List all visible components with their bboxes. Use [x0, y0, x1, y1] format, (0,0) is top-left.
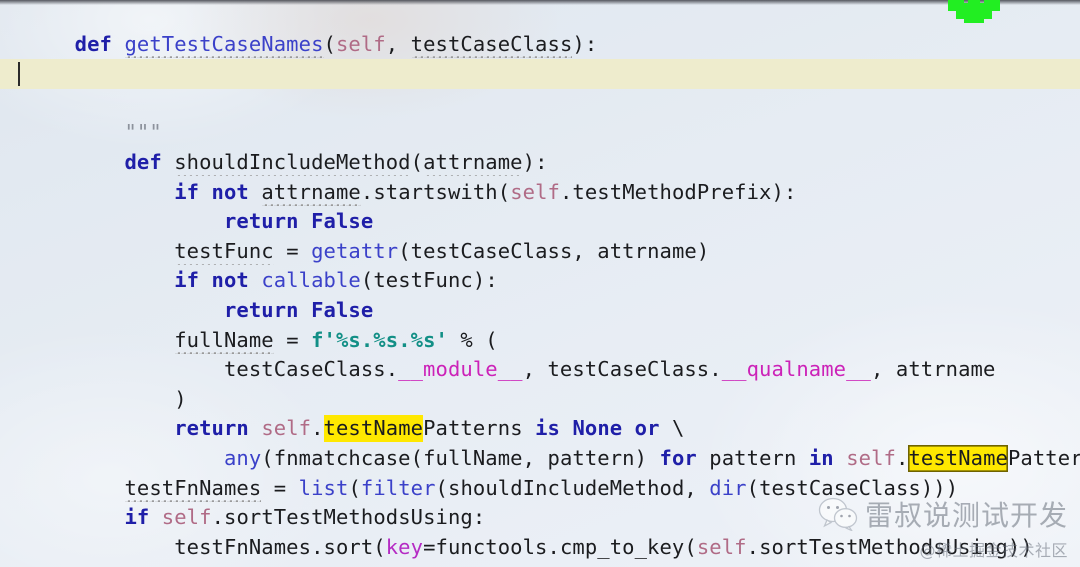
code-line[interactable]: if not attrname.startswith(self.testMeth…: [0, 148, 1080, 204]
code-content[interactable]: def getTestCaseNames(self, testCaseClass…: [0, 0, 1080, 567]
code-line[interactable]: """Return a sorted sequence of method na…: [0, 30, 1080, 85]
code-editor-screenshot: def getTestCaseNames(self, testCaseClass…: [0, 0, 1080, 567]
code-line[interactable]: fullName = f'%s.%s.%s' % (: [0, 296, 1080, 352]
code-line[interactable]: if not callable(testFunc):: [0, 237, 1080, 292]
green-pixel-sprite: [936, 0, 1012, 36]
code-line[interactable]: ): [0, 355, 1080, 411]
code-line[interactable]: return False: [0, 178, 1080, 233]
code-line[interactable]: [0, 89, 1080, 119]
code-line[interactable]: testCaseClass.__module__, testCaseClass.…: [0, 326, 1080, 381]
code-line[interactable]: if self.sortTestMethodsUsing:: [0, 474, 1080, 529]
code-line[interactable]: testFnNames.sort(key=functools.cmp_to_ke…: [0, 503, 1080, 559]
code-line[interactable]: testFnNames = list(filter(shouldIncludeM…: [0, 444, 1080, 500]
code-line[interactable]: def getTestCaseNames(self, testCaseClass…: [0, 0, 1080, 56]
code-line[interactable]: testFunc = getattr(testCaseClass, attrna…: [0, 207, 1080, 263]
code-line[interactable]: any(fnmatchcase(fullName, pattern) for p…: [0, 414, 1080, 472]
code-line[interactable]: return testFnNames: [0, 533, 1080, 567]
code-line[interactable]: return self.testNamePatterns is None or …: [0, 385, 1080, 443]
code-line[interactable]: def shouldIncludeMethod(attrname):: [0, 118, 1080, 174]
text-caret: [18, 62, 20, 87]
code-line[interactable]: return False: [0, 266, 1080, 322]
code-line-current[interactable]: """: [0, 59, 1080, 144]
